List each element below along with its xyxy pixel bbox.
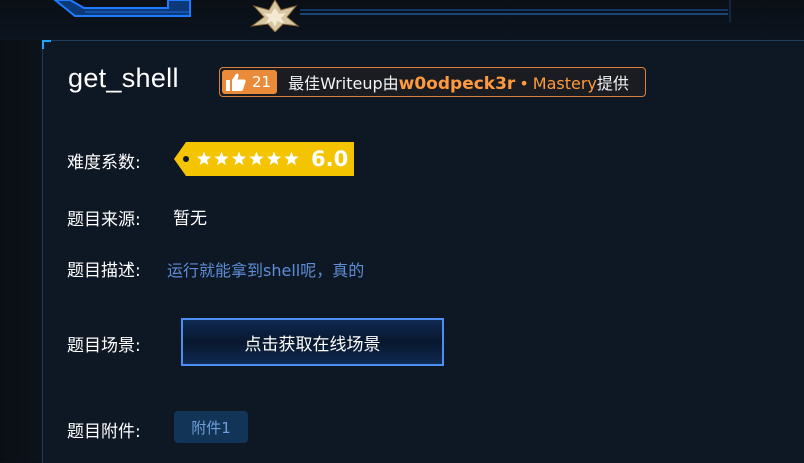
- top-banner: [0, 0, 804, 40]
- banner-decoration: [53, 0, 731, 22]
- attachment-label: 题目附件:: [67, 422, 141, 442]
- challenge-title: get_shell: [68, 63, 179, 93]
- description-value: 运行就能拿到shell呢，真的: [167, 261, 365, 280]
- writeup-author-link[interactable]: w0odpeck3r: [399, 74, 516, 94]
- scene-label: 题目场景:: [67, 336, 141, 356]
- description-label: 题目描述:: [67, 261, 141, 281]
- writeup-suffix: 提供: [596, 74, 629, 93]
- thumbs-up-icon: [226, 73, 246, 91]
- left-edge: [0, 40, 42, 462]
- author-rank: Mastery: [532, 74, 597, 93]
- like-count-badge[interactable]: 21: [222, 70, 278, 94]
- writeup-separator: •: [519, 74, 529, 93]
- difficulty-label: 难度系数:: [67, 153, 141, 173]
- like-count: 21: [252, 73, 272, 91]
- source-label: 题目来源:: [67, 210, 141, 230]
- difficulty-rating-tag: 6.0: [174, 142, 354, 176]
- difficulty-value: 6.0: [311, 147, 349, 171]
- medal-icon: [250, 0, 300, 32]
- challenge-panel: get_shell 21 最佳Writeup由w0odpeck3r • Master…: [42, 40, 804, 463]
- best-writeup-badge[interactable]: 21 最佳Writeup由w0odpeck3r • Mastery提供: [219, 67, 646, 97]
- writeup-prefix: 最佳Writeup由: [288, 74, 399, 93]
- writeup-credit: 最佳Writeup由w0odpeck3r • Mastery提供: [288, 70, 629, 94]
- source-value: 暂无: [173, 209, 207, 229]
- get-online-scene-button[interactable]: 点击获取在线场景: [181, 318, 444, 366]
- panel-corner-accent: [42, 40, 51, 49]
- attachment-download-button[interactable]: 附件1: [174, 411, 248, 443]
